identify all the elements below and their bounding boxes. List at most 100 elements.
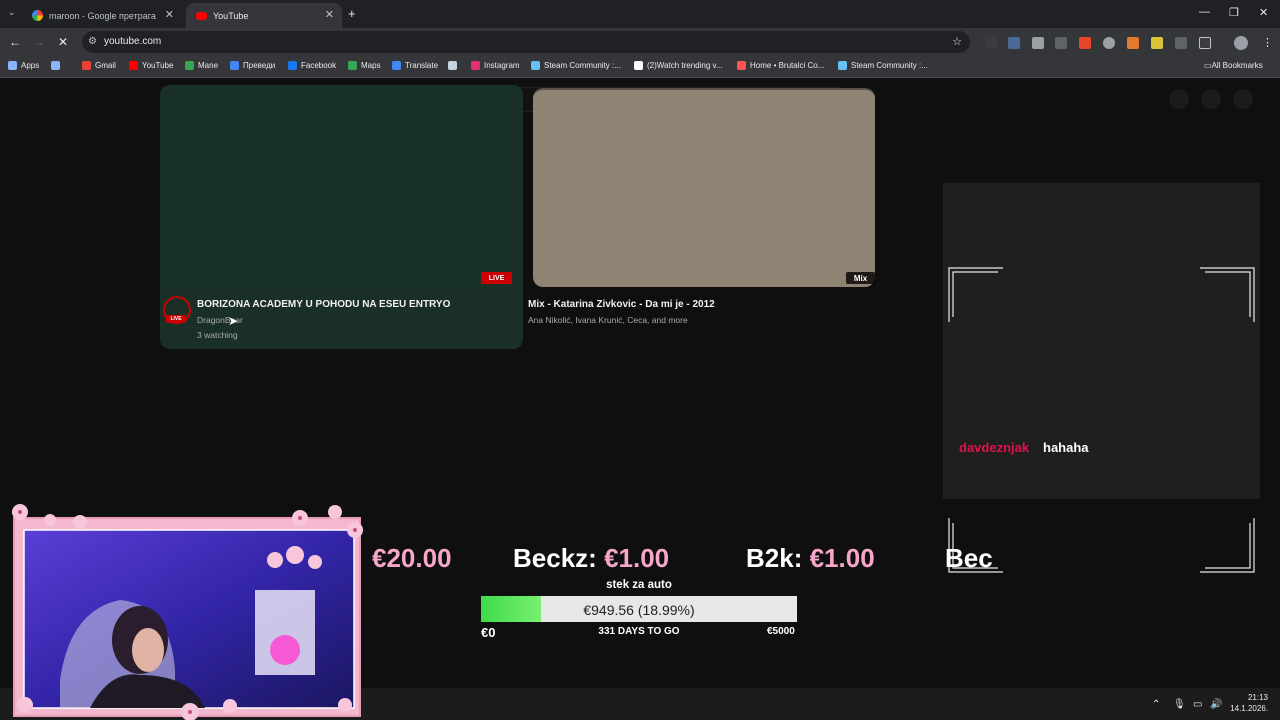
bookmark-item[interactable]: Instagram — [471, 61, 520, 70]
extension-icon[interactable] — [1127, 37, 1139, 49]
ticker-item: B2k: €1.00 — [746, 543, 875, 574]
bookmark-item[interactable]: YouTube — [129, 61, 173, 70]
video-thumbnail[interactable] — [533, 88, 875, 287]
donor-name: B2k: — [746, 543, 803, 573]
notifications-icon[interactable] — [1201, 89, 1221, 109]
extension-icon[interactable] — [1151, 37, 1163, 49]
stop-loading-icon[interactable]: ✕ — [58, 35, 68, 49]
extension-icon[interactable] — [1008, 37, 1020, 49]
ticker-item: Beckz: €1.00 — [513, 543, 669, 574]
bookmark-favicon-icon — [737, 61, 746, 70]
bookmark-label: Translate — [405, 61, 439, 70]
bookmark-favicon-icon — [348, 61, 357, 70]
bookmark-label: Gmail — [95, 61, 116, 70]
bookmark-favicon-icon — [185, 61, 194, 70]
avatar-live-badge: LIVE — [166, 315, 186, 323]
account-avatar[interactable] — [1233, 89, 1253, 109]
video-title[interactable]: BORIZONA ACADEMY U POHODU NA ESEU ENTRYO — [197, 299, 450, 310]
webcam-overlay — [12, 504, 363, 720]
bookmark-item[interactable]: Steam Community :... — [838, 61, 928, 70]
bookmark-label: Steam Community :... — [851, 61, 928, 70]
clock-date: 14.1.2026. — [1230, 704, 1268, 713]
tray-chevron-icon[interactable]: ⌃ — [1152, 699, 1160, 710]
close-window-button[interactable]: ✕ — [1259, 6, 1268, 19]
create-icon[interactable] — [1169, 89, 1189, 109]
profile-avatar[interactable] — [1234, 36, 1248, 50]
bookmark-item[interactable]: Apps — [8, 61, 39, 70]
youtube-icon — [196, 11, 207, 20]
google-icon — [32, 10, 43, 21]
bookmark-item[interactable]: Gmail — [82, 61, 116, 70]
browser-menu-icon[interactable]: ⋮ — [1262, 36, 1273, 49]
taskbar-clock[interactable]: 21:13 14.1.2026. — [1228, 692, 1268, 714]
bookmark-item[interactable]: Facebook — [288, 61, 336, 70]
bookmark-label: YouTube — [142, 61, 174, 70]
bookmark-favicon-icon — [51, 61, 60, 70]
extension-icon[interactable] — [1175, 37, 1187, 49]
extension-icon[interactable] — [1032, 37, 1044, 49]
forward-arrow-icon[interactable]: → — [33, 35, 45, 49]
bookmark-label: Facebook — [301, 61, 337, 70]
bookmarks-bar: Apps Gmail YouTube Mane Преведи Facebook Maps T… — [0, 56, 1280, 78]
volume-icon[interactable]: 🔊 — [1210, 699, 1222, 710]
mix-badge: Mix — [846, 272, 875, 284]
new-tab-button[interactable]: + — [348, 6, 356, 21]
video-title[interactable]: Mix - Katarina Zivkovic - Da mi je - 201… — [528, 299, 715, 310]
site-info-icon[interactable]: ⚙ — [88, 36, 97, 47]
chat-message: hahaha — [1043, 440, 1089, 455]
bookmark-item[interactable] — [448, 61, 461, 70]
display-icon[interactable]: ▭ — [1193, 699, 1202, 710]
tab-youtube[interactable]: YouTube ✕ — [186, 3, 342, 28]
tab-list-chevron-icon[interactable]: ⌄ — [8, 7, 16, 18]
minimize-button[interactable]: — — [1199, 6, 1210, 18]
video-thumbnail[interactable] — [160, 85, 523, 287]
bookmark-favicon-icon — [288, 61, 297, 70]
all-bookmarks-button[interactable]: ▭ All Bookmarks — [1204, 61, 1263, 70]
back-arrow-icon[interactable]: ← — [9, 35, 21, 49]
goal-progress-bar: €949.56 (18.99%) — [481, 596, 797, 622]
bookmark-item[interactable]: Home • Brutalci Co... — [737, 61, 824, 70]
ticker-item: €20.00 — [372, 543, 452, 574]
bookmark-item[interactable]: Maps — [348, 61, 381, 70]
mix-artists[interactable]: Ana Nikolić, Ivana Krunić, Ceca, and mor… — [528, 315, 688, 325]
bookmark-item[interactable]: Преведи — [230, 61, 275, 70]
bookmark-star-icon[interactable]: ☆ — [952, 35, 962, 48]
goal-progress-text: €949.56 (18.99%) — [583, 602, 695, 618]
bookmark-item[interactable]: Mane — [185, 61, 218, 70]
tab-google-search[interactable]: maroon - Google претрага ✕ — [22, 3, 182, 28]
all-bookmarks-label: All Bookmarks — [1211, 61, 1263, 70]
donation-amount: €1.00 — [809, 543, 875, 573]
extension-icon[interactable] — [1103, 37, 1115, 49]
bookmark-item[interactable]: (2)Watch trending v... — [634, 61, 723, 70]
extensions-puzzle-icon[interactable] — [1199, 37, 1211, 49]
mouse-cursor-icon: ➤ — [228, 314, 239, 328]
donation-amount: €20.00 — [372, 543, 452, 573]
bookmark-item[interactable]: Steam Community :... — [531, 61, 621, 70]
bookmark-favicon-icon — [129, 61, 138, 70]
bookmark-label: Maps — [361, 61, 381, 70]
close-tab-icon[interactable]: ✕ — [325, 8, 334, 21]
bookmark-item[interactable]: Translate — [392, 61, 438, 70]
microphone-icon[interactable]: 🎙 — [1173, 699, 1186, 710]
address-bar[interactable]: ⚙ youtube.com ☆ — [82, 31, 970, 53]
donation-ticker: €20.00 Beckz: €1.00 B2k: €1.00 Bec — [372, 543, 994, 579]
bookmark-favicon-icon — [392, 61, 401, 70]
goal-title: stek za auto — [606, 579, 672, 591]
extension-icon[interactable] — [1055, 37, 1067, 49]
viewer-count: 3 watching — [197, 330, 238, 340]
bookmark-favicon-icon — [838, 61, 847, 70]
bookmark-favicon-icon — [634, 61, 643, 70]
extension-icon[interactable] — [985, 37, 997, 49]
close-tab-icon[interactable]: ✕ — [165, 8, 174, 21]
bookmark-label: Apps — [21, 61, 40, 70]
chat-username: davdeznjak — [959, 440, 1030, 455]
bookmark-item[interactable] — [51, 61, 64, 70]
extension-icon[interactable] — [1079, 37, 1091, 49]
chat-frame-decoration — [948, 267, 1255, 573]
url-text[interactable]: youtube.com — [104, 36, 161, 47]
live-badge: LIVE — [481, 272, 512, 284]
bookmark-label: Instagram — [484, 61, 520, 70]
clock-time: 21:13 — [1247, 693, 1268, 702]
browser-tab-strip: ⌄ maroon - Google претрага ✕ YouTube ✕ +… — [0, 0, 1280, 28]
restore-button[interactable]: ❐ — [1229, 6, 1239, 19]
